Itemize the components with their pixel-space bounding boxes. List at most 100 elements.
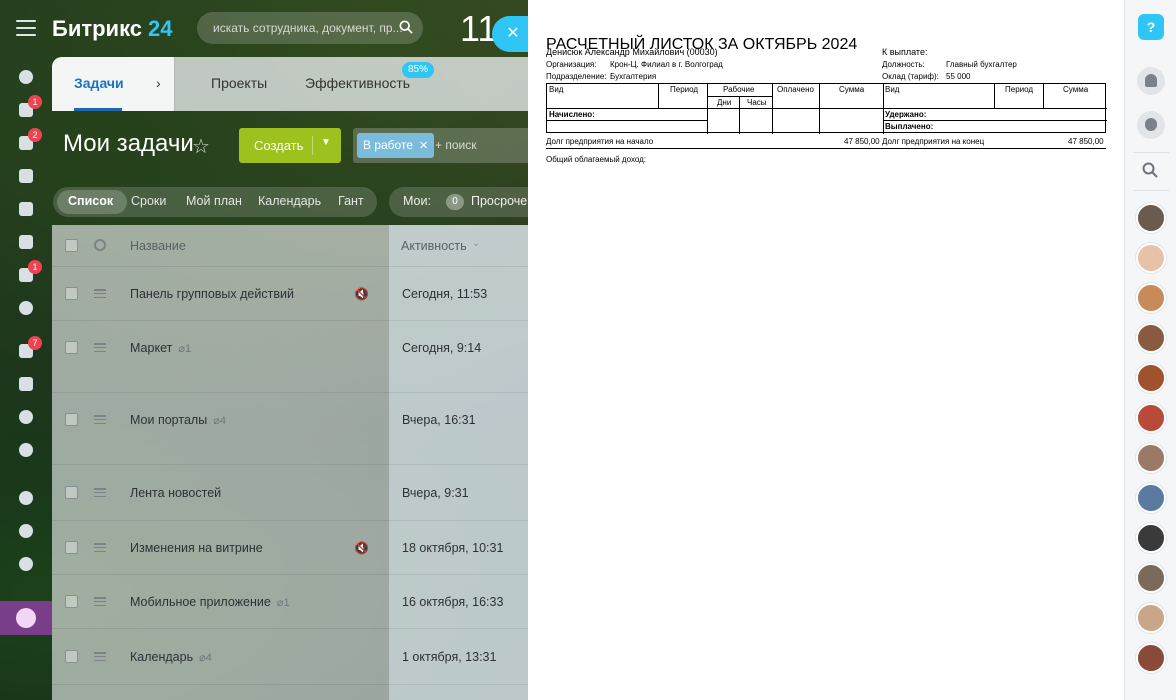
avatar[interactable] [1136, 203, 1166, 233]
more-chevron-icon[interactable] [17, 441, 35, 459]
row-checkbox[interactable] [65, 341, 78, 354]
documents-icon[interactable] [17, 200, 35, 218]
task-name[interactable]: Маркет ⌀1 [130, 341, 191, 355]
row-menu-icon[interactable] [94, 597, 106, 606]
avatar[interactable] [1136, 483, 1166, 513]
filter-chip[interactable]: В работе ✕ [357, 133, 435, 158]
drive-icon[interactable] [17, 233, 35, 251]
overdue-count[interactable]: 0 [446, 194, 464, 210]
avatar[interactable] [1136, 643, 1166, 673]
tab-active-underline [74, 108, 122, 111]
payslip-viewer: РАСЧЕТНЫЙ ЛИСТОК ЗА ОКТЯБРЬ 2024 Денисюк… [528, 0, 1124, 700]
column-name[interactable]: Название [130, 239, 186, 253]
row-menu-icon[interactable] [94, 289, 106, 298]
logo-number: 24 [148, 16, 173, 41]
employees-icon[interactable] [17, 299, 35, 317]
avatar[interactable] [1136, 363, 1166, 393]
table-row[interactable]: Мои порталы ⌀4 Вчера, 16:31 [52, 393, 528, 465]
avatar[interactable] [1136, 443, 1166, 473]
notifications-bell-icon[interactable] [1137, 67, 1165, 95]
mute-icon[interactable]: 🔇 [354, 287, 369, 301]
view-calendar[interactable]: Календарь [258, 194, 321, 208]
avatar[interactable] [1136, 603, 1166, 633]
row-checkbox[interactable] [65, 595, 78, 608]
task-name[interactable]: Изменения на витрине [130, 541, 263, 555]
view-my-plan[interactable]: Мой план [186, 194, 242, 208]
overdue-label[interactable]: Просрочен [471, 194, 534, 208]
table-row[interactable]: Панель групповых действий 🔇 Сегодня, 11:… [52, 267, 528, 321]
table-row[interactable]: Изменения на витрине 🔇 18 октября, 10:31 [52, 521, 528, 575]
chevron-right-icon[interactable]: › [156, 75, 161, 91]
help-button[interactable]: ? [1138, 14, 1164, 40]
caret-down-icon[interactable]: ▼ [321, 137, 331, 148]
task-name[interactable]: Панель групповых действий [130, 287, 294, 301]
th-sum-right: Сумма [1063, 85, 1089, 94]
avatar[interactable] [1136, 283, 1166, 313]
tasks-tabs: Задачи › Проекты Эффективность 85% [52, 57, 528, 111]
view-deadlines[interactable]: Сроки [131, 194, 166, 208]
filter-search-input[interactable]: В работе ✕ + поиск [353, 128, 528, 163]
row-menu-icon[interactable] [94, 488, 106, 497]
row-checkbox[interactable] [65, 541, 78, 554]
search-icon[interactable] [1142, 162, 1158, 178]
row-menu-icon[interactable] [94, 343, 106, 352]
task-name[interactable]: Календарь ⌀4 [130, 650, 212, 664]
table-row[interactable]: Календарь ⌀4 1 октября, 13:31 [52, 629, 528, 685]
settings-gear-icon[interactable] [17, 555, 35, 573]
tools-icon[interactable] [17, 522, 35, 540]
table-row[interactable]: Маркет ⌀1 Сегодня, 9:14 [52, 321, 528, 393]
chevron-down-icon[interactable]: ⌄ [472, 238, 480, 249]
avatar[interactable] [1136, 403, 1166, 433]
tariff-crown-icon[interactable] [0, 601, 52, 635]
task-name[interactable]: Мои порталы ⌀4 [130, 413, 226, 427]
close-icon[interactable]: ✕ [419, 140, 428, 152]
search-input[interactable]: искать сотрудника, документ, пр... [197, 12, 423, 44]
view-list[interactable]: Список [68, 194, 113, 208]
task-name[interactable]: Мобильное приложение ⌀1 [130, 595, 290, 609]
search-icon[interactable] [399, 20, 413, 34]
task-title: Панель групповых действий [130, 287, 294, 301]
activity-icon[interactable] [17, 68, 35, 86]
row-menu-icon[interactable] [94, 543, 106, 552]
logo[interactable]: Битрикс 24 [52, 16, 173, 42]
view-switcher: Список Сроки Мой план Календарь Гант [53, 187, 377, 217]
shop-cart-icon[interactable] [17, 375, 35, 393]
table-row[interactable]: Мобильное приложение ⌀1 16 октября, 16:33 [52, 575, 528, 629]
accrued-label: Начислено: [549, 110, 595, 119]
select-all-checkbox[interactable] [65, 239, 78, 252]
row-checkbox[interactable] [65, 287, 78, 300]
tab-divider [174, 57, 175, 111]
messenger-chat-icon[interactable] [1137, 111, 1165, 139]
calendar-icon[interactable] [17, 167, 35, 185]
gear-icon[interactable] [94, 239, 106, 251]
column-activity[interactable]: Активность [401, 239, 467, 253]
mute-icon[interactable]: 🔇 [354, 541, 369, 555]
avatar[interactable] [1136, 323, 1166, 353]
help-icon[interactable] [17, 489, 35, 507]
slider-close-button[interactable]: ✕ [492, 16, 528, 52]
tab-efficiency[interactable]: Эффективность [305, 75, 410, 91]
crm-filter-icon[interactable]: 7 [17, 336, 42, 360]
th-period: Период [670, 85, 699, 94]
target-icon[interactable] [17, 408, 35, 426]
avatar[interactable] [1136, 523, 1166, 553]
grid-header: Название Активность ⌄ [52, 225, 528, 267]
tab-projects[interactable]: Проекты [211, 75, 267, 91]
avatar[interactable] [1136, 563, 1166, 593]
row-menu-icon[interactable] [94, 415, 106, 424]
tasks-icon[interactable]: 1 [17, 95, 42, 119]
task-name[interactable]: Лента новостей [130, 486, 221, 500]
row-checkbox[interactable] [65, 486, 78, 499]
mail-icon[interactable]: 1 [17, 260, 42, 284]
star-icon[interactable]: ☆ [192, 134, 210, 159]
chat-icon[interactable]: 2 [17, 128, 42, 152]
row-checkbox[interactable] [65, 650, 78, 663]
menu-hamburger-icon[interactable] [16, 20, 36, 36]
table-row[interactable]: Лента новостей Вчера, 9:31 [52, 465, 528, 521]
row-checkbox[interactable] [65, 413, 78, 426]
view-gantt[interactable]: Гант [338, 194, 364, 208]
attachment-count: 4 [205, 652, 212, 664]
avatar[interactable] [1136, 243, 1166, 273]
create-button[interactable]: Создать ▼ [239, 128, 341, 163]
row-menu-icon[interactable] [94, 652, 106, 661]
